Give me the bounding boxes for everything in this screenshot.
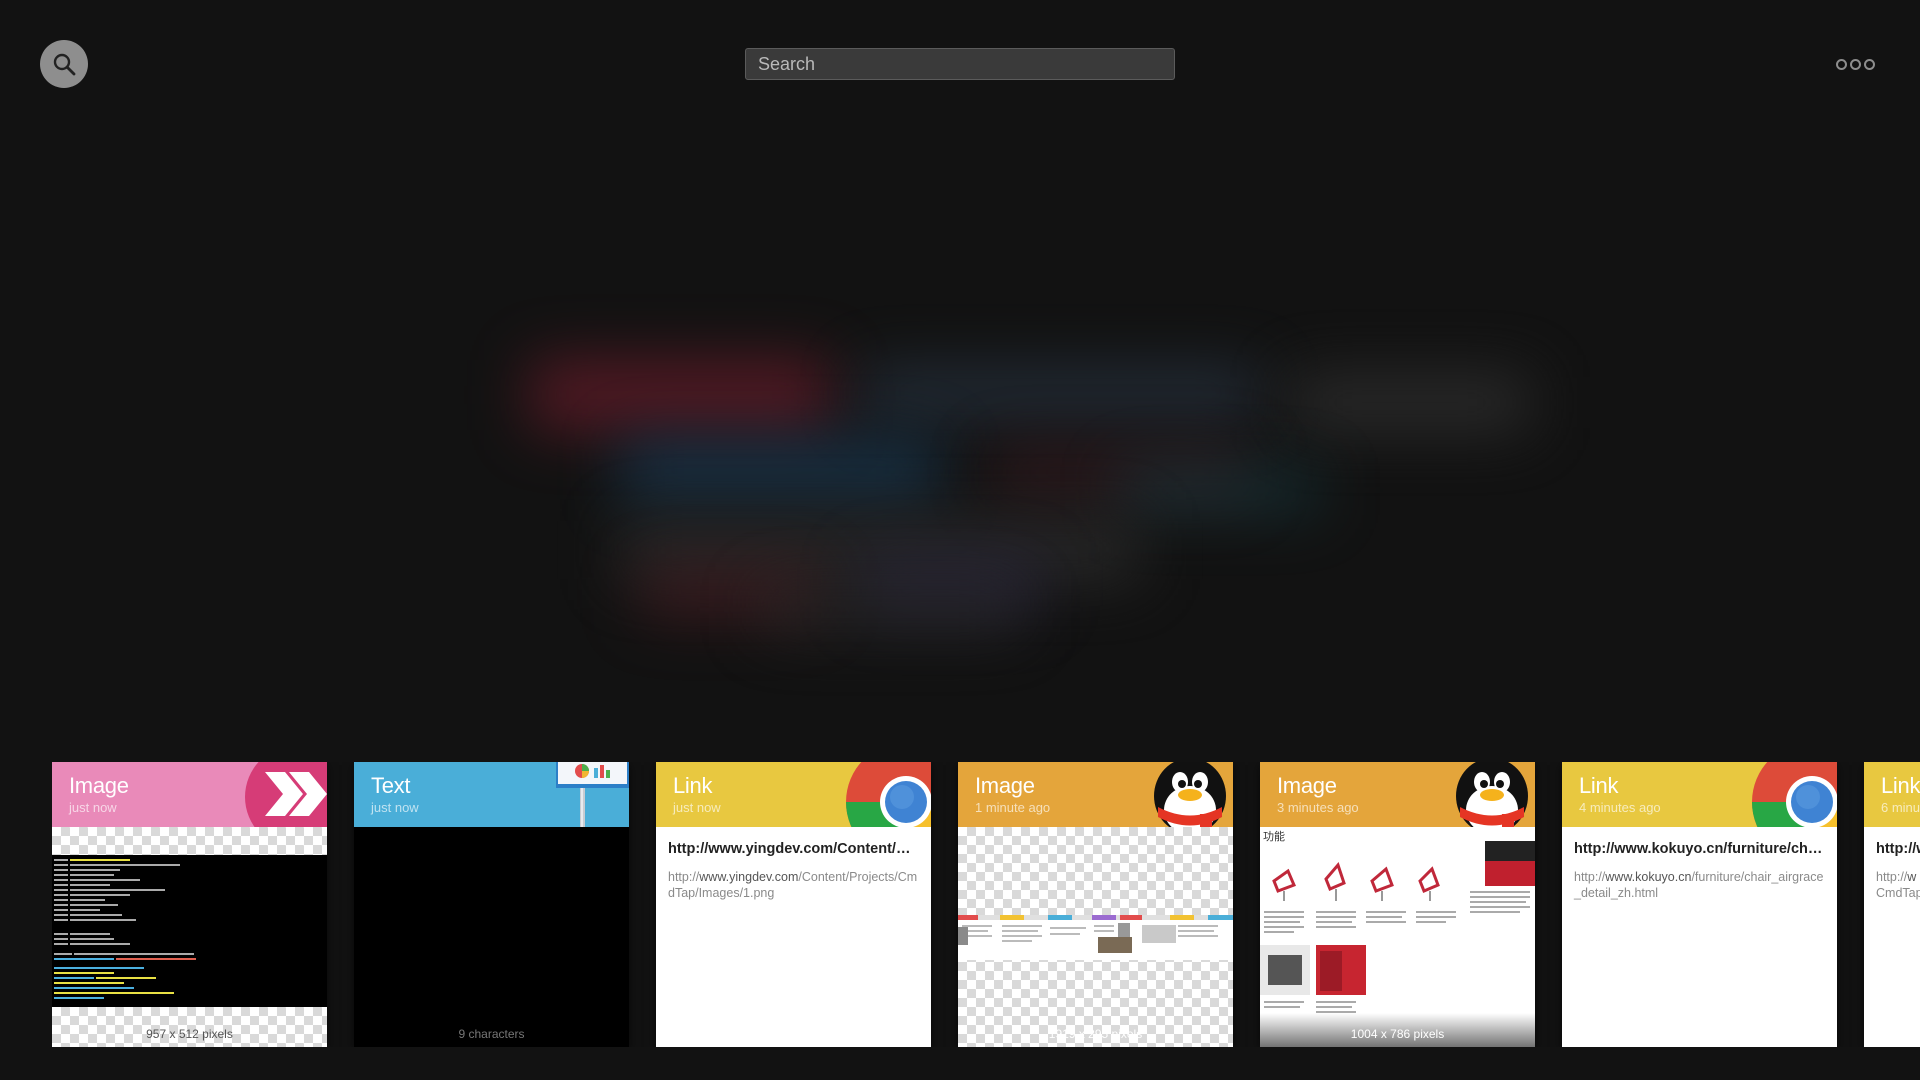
image-thumbnail: 功能 1004 x 786 pixels bbox=[1260, 827, 1535, 1047]
more-dot-icon bbox=[1850, 58, 1861, 70]
clip-time-label: 3 minutes ago bbox=[1277, 800, 1359, 815]
clip-card[interactable]: Image 1 minute ago 1919 x 295 pixels bbox=[958, 762, 1233, 1047]
clip-type-label: Link bbox=[673, 773, 713, 798]
preview-blur-shape bbox=[860, 370, 1260, 415]
text-preview: 9 characters bbox=[354, 827, 629, 1047]
image-size-caption: 1919 x 295 pixels bbox=[1048, 1027, 1143, 1041]
keynote-icon bbox=[556, 762, 629, 827]
clip-card[interactable]: Link 6 minu http://w http://w CmdTap bbox=[1864, 762, 1920, 1047]
clip-time-label: 6 minu bbox=[1881, 800, 1920, 815]
preview-blur-shape bbox=[1120, 470, 1320, 510]
clip-type-label: Link bbox=[1579, 773, 1619, 798]
clip-time-label: 4 minutes ago bbox=[1579, 800, 1661, 815]
clip-card[interactable]: Link 4 minutes ago http://www.kokuyo.cn/… bbox=[1562, 762, 1837, 1047]
search-input[interactable] bbox=[745, 48, 1175, 80]
clip-card[interactable]: Text just now 9 characters bbox=[354, 762, 629, 1047]
more-dot-icon bbox=[1836, 58, 1847, 70]
preview-area bbox=[0, 0, 1920, 700]
url-scheme: http:// bbox=[668, 870, 700, 884]
search-icon bbox=[53, 53, 76, 76]
chrome-icon bbox=[1752, 762, 1837, 827]
terminal-screenshot-thumbnail bbox=[52, 855, 327, 1007]
wide-image-thumbnail bbox=[958, 915, 1233, 960]
clip-time-label: just now bbox=[371, 800, 419, 815]
url-host: www.yingdev.com bbox=[699, 870, 799, 884]
link-title: http://w bbox=[1876, 841, 1920, 857]
url-scheme: http:// bbox=[1876, 870, 1908, 884]
card-header: Link 4 minutes ago bbox=[1562, 762, 1837, 827]
link-preview: http://www.yingdev.com/Content/Pr... htt… bbox=[656, 827, 931, 1047]
clip-type-label: Image bbox=[1277, 773, 1337, 798]
preview-blur-shape bbox=[1290, 375, 1530, 430]
card-header: Text just now bbox=[354, 762, 629, 827]
link-url[interactable]: http://www.kokuyo.cn/furniture/chair_air… bbox=[1574, 869, 1826, 901]
link-url[interactable]: http://www.yingdev.com/Content/Projects/… bbox=[668, 869, 920, 901]
more-dot-icon bbox=[1864, 58, 1875, 70]
image-thumbnail: 1919 x 295 pixels bbox=[958, 827, 1233, 1047]
clip-type-label: Image bbox=[69, 773, 129, 798]
link-preview: http://w http://w CmdTap bbox=[1864, 827, 1920, 1047]
url-scheme: http:// bbox=[1574, 870, 1606, 884]
preview-blur-shape bbox=[620, 440, 940, 500]
preview-blur-shape bbox=[530, 360, 830, 430]
search-button[interactable] bbox=[40, 40, 88, 88]
clip-card[interactable]: Link just now http://www.yingdev.com/Con… bbox=[656, 762, 931, 1047]
link-preview: http://www.kokuyo.cn/furniture/chai... h… bbox=[1562, 827, 1837, 1047]
url-host: w bbox=[1907, 870, 1917, 884]
clip-strip: Image just now 957 x 512 pixels Text jus… bbox=[52, 762, 1920, 1047]
clip-card[interactable]: Image 3 minutes ago 功能 1004 x 786 pixels bbox=[1260, 762, 1535, 1047]
url-path: CmdTap bbox=[1876, 886, 1920, 900]
clip-type-label: Link bbox=[1881, 773, 1920, 798]
card-header: Link just now bbox=[656, 762, 931, 827]
card-header: Image 1 minute ago bbox=[958, 762, 1233, 827]
card-header: Image 3 minutes ago bbox=[1260, 762, 1535, 827]
clip-time-label: 1 minute ago bbox=[975, 800, 1051, 815]
image-thumbnail: 957 x 512 pixels bbox=[52, 827, 327, 1047]
qq-penguin-icon bbox=[1456, 762, 1528, 827]
clip-type-label: Image bbox=[975, 773, 1035, 798]
link-title: http://www.yingdev.com/Content/Pr... bbox=[668, 841, 920, 857]
clip-card[interactable]: Image just now 957 x 512 pixels bbox=[52, 762, 327, 1047]
card-header: Image just now bbox=[52, 762, 327, 827]
clip-time-label: just now bbox=[69, 800, 117, 815]
qq-penguin-icon bbox=[1154, 762, 1226, 827]
link-title: http://www.kokuyo.cn/furniture/chai... bbox=[1574, 841, 1826, 857]
pink-arrow-app-icon bbox=[245, 762, 327, 827]
image-size-caption: 957 x 512 pixels bbox=[146, 1027, 233, 1041]
character-count-caption: 9 characters bbox=[458, 1027, 525, 1041]
url-host: www.kokuyo.cn bbox=[1605, 870, 1692, 884]
clip-time-label: just now bbox=[673, 800, 721, 815]
chrome-icon bbox=[846, 762, 931, 827]
clip-type-label: Text bbox=[371, 773, 411, 798]
more-options-button[interactable] bbox=[1836, 56, 1875, 72]
image-size-caption: 1004 x 786 pixels bbox=[1350, 1027, 1445, 1041]
card-header: Link 6 minu bbox=[1864, 762, 1920, 827]
link-url[interactable]: http://w CmdTap bbox=[1876, 869, 1920, 901]
preview-blur-shape bbox=[760, 590, 1020, 630]
